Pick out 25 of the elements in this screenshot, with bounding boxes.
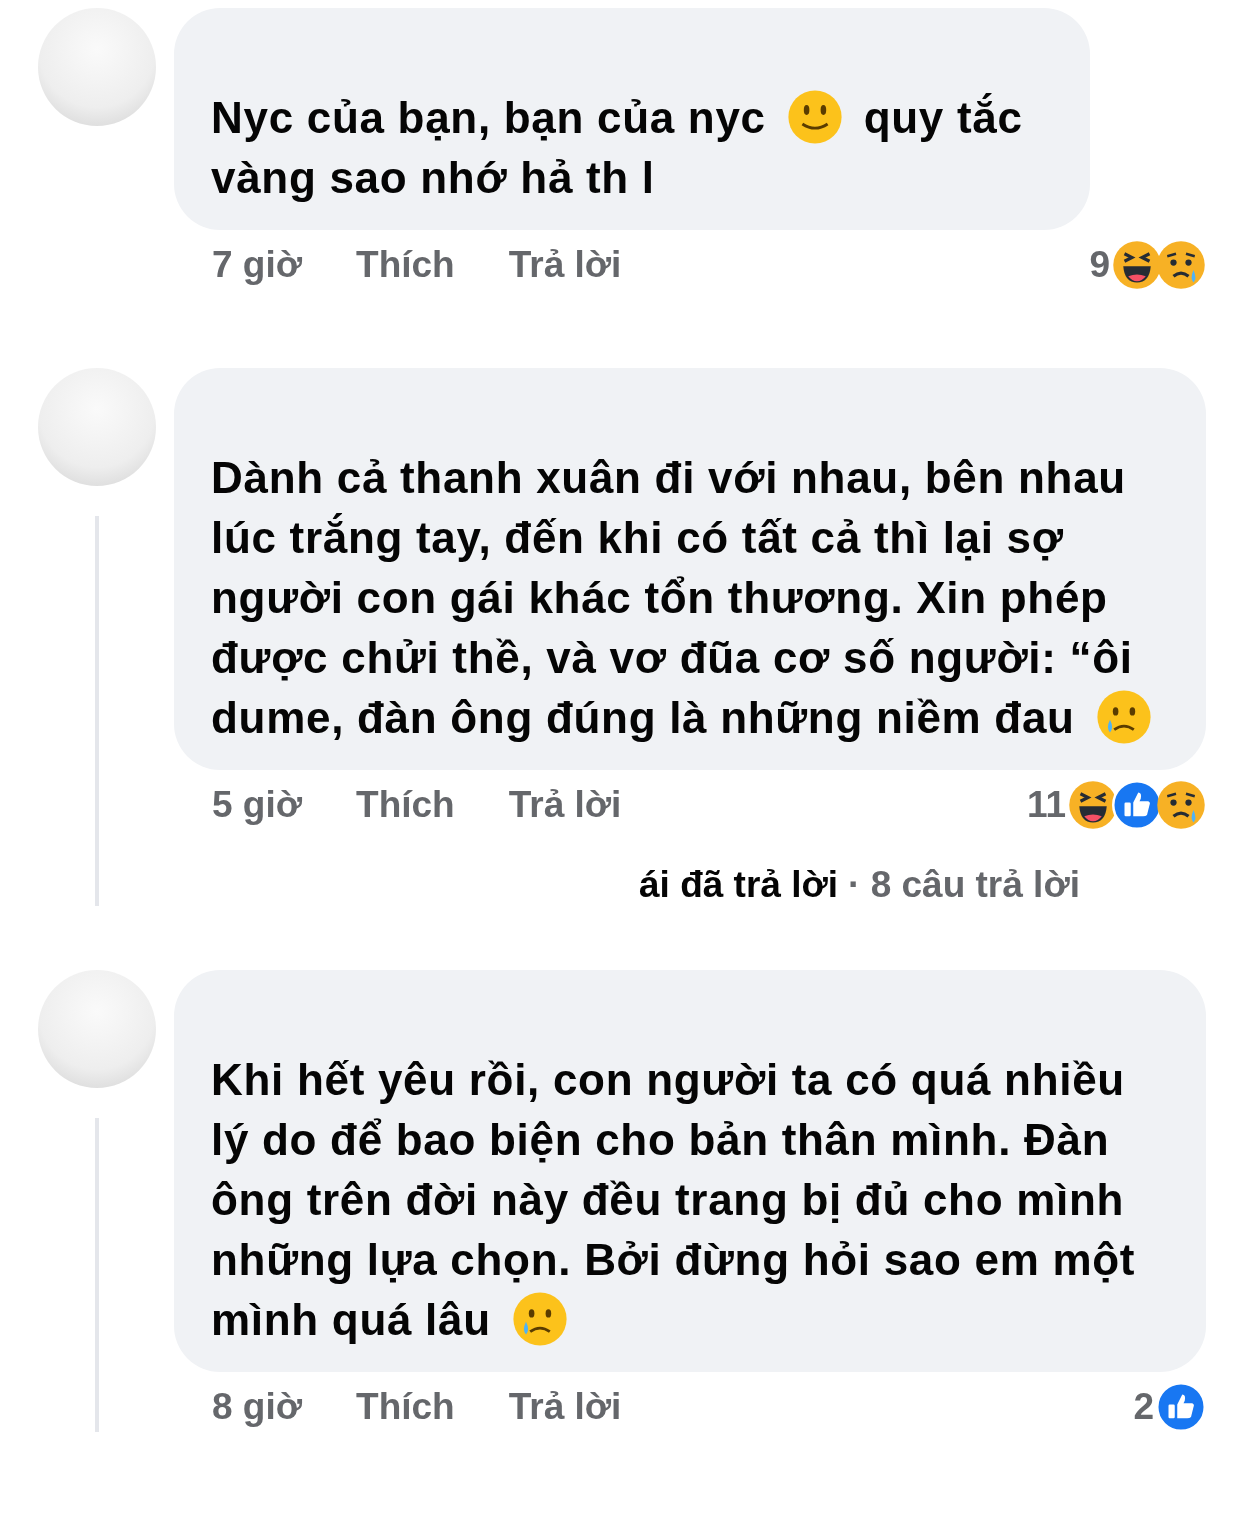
comment-time: 8 giờ: [212, 1386, 303, 1428]
reaction-count[interactable]: 2: [1133, 1386, 1154, 1428]
reaction-count[interactable]: 9: [1089, 244, 1110, 286]
comment-time: 7 giờ: [212, 244, 303, 286]
reaction-count[interactable]: 11: [1026, 784, 1066, 826]
crying-face-icon: [511, 1291, 568, 1347]
reply-link[interactable]: Trả lời: [508, 244, 622, 286]
comment-text: Nyc của bạn, bạn của nyc quy tắc vàng sao nhớ hả th l: [211, 88, 1054, 208]
reply-link[interactable]: Trả lời: [508, 784, 622, 826]
replied-text[interactable]: ái đã trả lời: [639, 864, 839, 906]
laughing-face-icon: [1112, 240, 1162, 290]
like-link[interactable]: Thích: [356, 244, 455, 286]
reply-link[interactable]: Trả lời: [508, 1386, 622, 1428]
sad-face-icon: [1156, 780, 1206, 830]
thumbs-up-icon: [1112, 780, 1162, 830]
reply-count[interactable]: · 8 câu trả lời: [848, 864, 1080, 906]
comment-text: Khi hết yêu rồi, con người ta có quá nhiều lý do để bao biện cho bản thân mình. Đàn ông trên đời này đều trang bị đủ cho mình những lựa chọn. Bởi đừng hỏi sao em một mình quá lâu: [211, 1050, 1170, 1350]
like-link[interactable]: Thích: [356, 1386, 455, 1428]
comment-time: 5 giờ: [212, 784, 303, 826]
thumbs-up-icon: [1156, 1382, 1206, 1432]
sad-face-icon: [1156, 240, 1206, 290]
like-link[interactable]: Thích: [356, 784, 455, 826]
crying-face-icon: [1095, 689, 1152, 745]
comment-text: Dành cả thanh xuân đi với nhau, bên nhau lúc trắng tay, đến khi có tất cả thì lại sợ người con gái khác tổn thương. Xin phép được chửi thề, và vơ đũa cơ số người: “ôi dume, đàn ông đúng là những niềm đau: [211, 448, 1170, 748]
smiling-face-icon: [786, 89, 843, 145]
